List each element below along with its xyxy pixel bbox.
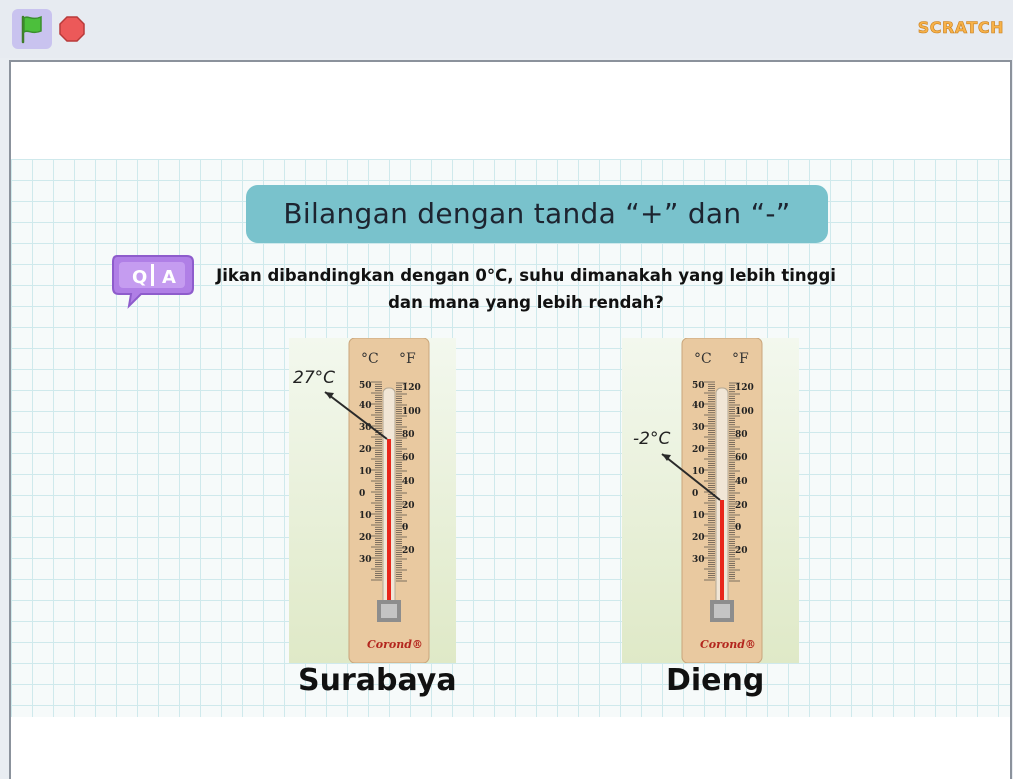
svg-text:100: 100 xyxy=(402,407,421,417)
svg-text:Q: Q xyxy=(132,267,147,288)
celsius-scale: 50 40 30 20 10 0 10 20 30 xyxy=(359,381,372,565)
green-flag-button[interactable] xyxy=(12,9,52,49)
stage-toolbar: SCRATCH xyxy=(0,0,1013,58)
thermometer-dieng: °C °F 50 40 30 20 10 0 10 20 30 120 100 … xyxy=(622,338,799,663)
city-label-dieng: Dieng xyxy=(666,663,765,698)
svg-text:A: A xyxy=(162,267,176,288)
svg-text:20: 20 xyxy=(359,533,372,543)
svg-text:10: 10 xyxy=(359,467,372,477)
svg-text:60: 60 xyxy=(735,453,748,463)
mercury-column xyxy=(720,500,724,611)
temperature-reading-dieng: -2°C xyxy=(633,429,671,449)
svg-text:0: 0 xyxy=(402,523,408,533)
svg-text:10: 10 xyxy=(359,511,372,521)
slide-title: Bilangan dengan tanda “+” dan “-” xyxy=(283,197,791,230)
green-flag-icon xyxy=(21,15,42,44)
celsius-scale: 50 40 30 20 10 0 10 20 30 xyxy=(692,381,705,565)
question-line-2: dan mana yang lebih rendah? xyxy=(388,293,664,312)
svg-text:50: 50 xyxy=(359,381,372,391)
svg-text:40: 40 xyxy=(735,477,748,487)
title-banner: Bilangan dengan tanda “+” dan “-” xyxy=(246,185,828,243)
qa-icon: Q A xyxy=(112,255,194,309)
thermometer-image: °C °F 50 40 30 20 10 0 10 20 30 120 100 … xyxy=(661,338,763,663)
stage-canvas[interactable]: Bilangan dengan tanda “+” dan “-” Q A Ji… xyxy=(9,60,1012,779)
stop-icon xyxy=(59,16,85,42)
brand-label: Corond® xyxy=(700,638,756,651)
svg-text:120: 120 xyxy=(735,383,754,393)
svg-text:20: 20 xyxy=(735,546,748,556)
svg-text:0: 0 xyxy=(692,489,698,499)
question-line-1: Jikan dibandingkan dengan 0°C, suhu dima… xyxy=(216,266,836,285)
temperature-reading-surabaya: 27°C xyxy=(293,368,336,388)
svg-text:30: 30 xyxy=(359,423,372,433)
fahrenheit-unit: °F xyxy=(399,351,416,367)
svg-text:0: 0 xyxy=(735,523,741,533)
svg-text:50: 50 xyxy=(692,381,705,391)
svg-text:20: 20 xyxy=(692,445,705,455)
svg-text:20: 20 xyxy=(735,501,748,511)
svg-text:30: 30 xyxy=(359,555,372,565)
city-label-surabaya: Surabaya xyxy=(298,663,457,698)
svg-text:20: 20 xyxy=(359,445,372,455)
svg-text:40: 40 xyxy=(359,401,372,411)
svg-text:80: 80 xyxy=(735,430,748,440)
svg-text:60: 60 xyxy=(402,453,415,463)
svg-text:40: 40 xyxy=(692,401,705,411)
stop-button[interactable] xyxy=(58,15,86,43)
svg-text:10: 10 xyxy=(692,467,705,477)
svg-text:20: 20 xyxy=(692,533,705,543)
svg-text:10: 10 xyxy=(692,511,705,521)
svg-text:20: 20 xyxy=(402,501,415,511)
svg-text:30: 30 xyxy=(692,423,705,433)
mercury-column xyxy=(387,439,391,611)
celsius-unit: °C xyxy=(361,351,379,367)
svg-text:0: 0 xyxy=(359,489,365,499)
svg-text:100: 100 xyxy=(735,407,754,417)
svg-text:20: 20 xyxy=(402,546,415,556)
svg-text:30: 30 xyxy=(692,555,705,565)
question-text: Jikan dibandingkan dengan 0°C, suhu dima… xyxy=(186,262,866,316)
celsius-unit: °C xyxy=(694,351,712,367)
svg-text:120: 120 xyxy=(402,383,421,393)
brand-label: Corond® xyxy=(367,638,423,651)
svg-text:40: 40 xyxy=(402,477,415,487)
fahrenheit-unit: °F xyxy=(732,351,749,367)
svg-text:80: 80 xyxy=(402,430,415,440)
scratch-logo: SCRATCH xyxy=(917,18,1004,38)
